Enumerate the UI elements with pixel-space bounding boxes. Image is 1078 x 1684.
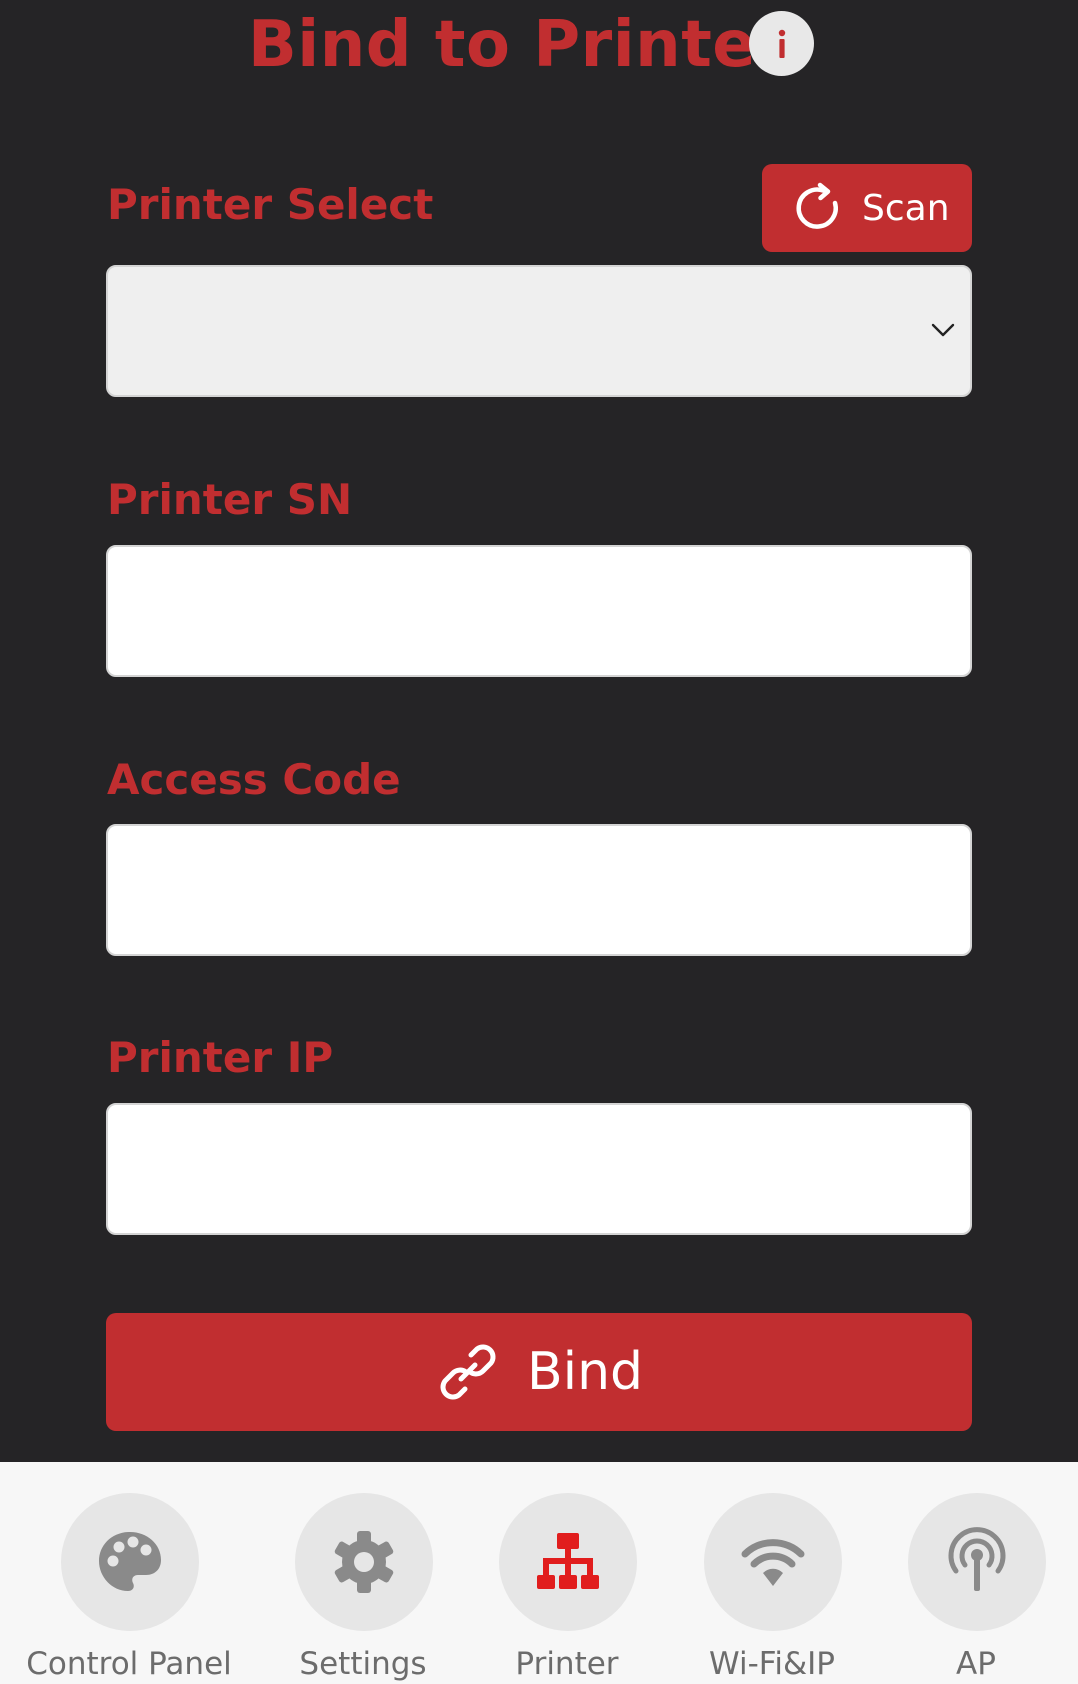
wifi-icon — [741, 1539, 805, 1586]
refresh-icon — [796, 182, 838, 229]
gear-icon — [334, 1531, 394, 1593]
bottom-nav: Control Panel Settings Printer Wi-Fi&IP … — [0, 1462, 1078, 1684]
network-icon — [537, 1533, 599, 1589]
access-code-label: Access Code — [107, 755, 401, 804]
scan-button[interactable]: Scan — [762, 164, 972, 252]
antenna-icon — [948, 1527, 1006, 1591]
info-icon — [778, 29, 785, 58]
nav-circle — [908, 1493, 1046, 1631]
palette-icon — [99, 1532, 161, 1591]
info-button[interactable] — [749, 11, 814, 76]
nav-circle — [295, 1493, 433, 1631]
scan-button-label: Scan — [862, 187, 950, 229]
printer-sn-input[interactable] — [106, 545, 972, 677]
printer-select-label: Printer Select — [107, 180, 434, 229]
printer-sn-label: Printer SN — [107, 475, 353, 524]
nav-item-ap[interactable]: AP — [876, 1462, 1076, 1684]
printer-select-dropdown[interactable] — [106, 265, 972, 397]
chevron-down-icon — [931, 323, 955, 337]
nav-circle — [499, 1493, 637, 1631]
bind-printer-page: Bind to Printer Printer Select Scan Prin… — [0, 0, 1078, 1684]
printer-ip-label: Printer IP — [107, 1033, 334, 1082]
bind-button[interactable]: Bind — [106, 1313, 972, 1431]
page-title: Bind to Printer — [248, 8, 789, 82]
printer-ip-input[interactable] — [106, 1103, 972, 1235]
nav-label: AP — [956, 1646, 996, 1682]
nav-item-control-panel[interactable]: Control Panel — [26, 1462, 232, 1684]
link-icon — [440, 1344, 496, 1400]
nav-circle — [704, 1493, 842, 1631]
header: Bind to Printer — [0, 0, 1078, 90]
bind-button-label: Bind — [526, 1342, 644, 1402]
access-code-input[interactable] — [106, 824, 972, 956]
nav-circle — [61, 1493, 199, 1631]
